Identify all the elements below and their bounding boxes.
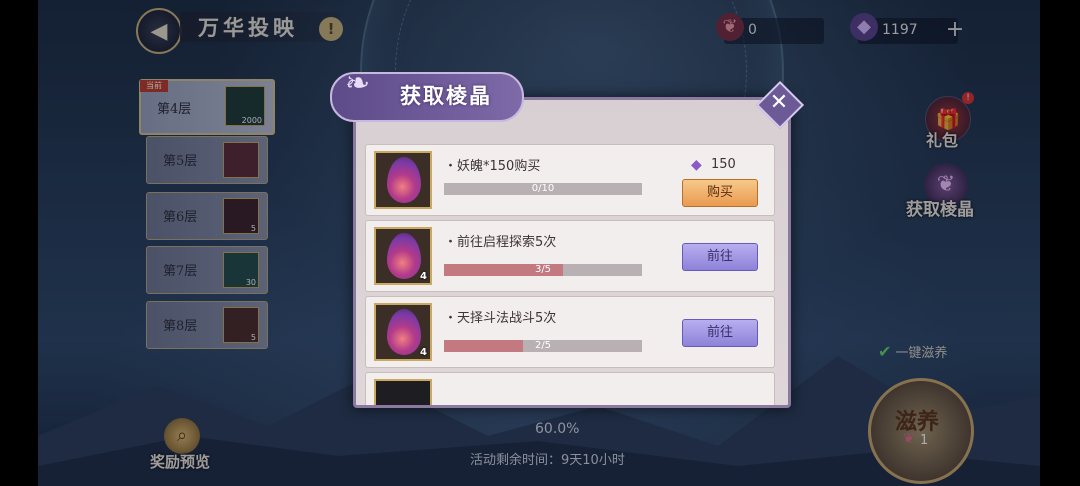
dialog-title: 获取棱晶 bbox=[400, 83, 492, 108]
reward-item bbox=[374, 379, 432, 405]
demon-soul-icon bbox=[387, 157, 421, 203]
go-button[interactable]: 前往 bbox=[682, 243, 758, 271]
task-progress-bar: 2/5 bbox=[444, 340, 642, 352]
left-letterbox bbox=[0, 0, 38, 486]
close-icon[interactable]: ✕ bbox=[769, 88, 789, 118]
task-progress-bar: 3/5 bbox=[444, 264, 642, 276]
task-name: ・妖魄*150购买 bbox=[444, 159, 541, 174]
reward-qty: 4 bbox=[420, 347, 427, 358]
task-row: 4 ・前往启程探索5次 3/5 前往 bbox=[365, 220, 775, 292]
go-button[interactable]: 前往 bbox=[682, 319, 758, 347]
demon-soul-icon bbox=[387, 233, 421, 279]
get-crystal-dialog: ・妖魄*150购买 0/10 ◆ 150 购买 4 ・前往启程探索5次 3/5 … bbox=[353, 97, 791, 408]
task-row: 4 ・天择斗法战斗5次 2/5 前往 bbox=[365, 296, 775, 368]
buy-button[interactable]: 购买 bbox=[682, 179, 758, 207]
task-cost: 150 bbox=[711, 157, 736, 172]
task-name: ・前往启程探索5次 bbox=[444, 235, 557, 250]
task-progress-text: 0/10 bbox=[531, 183, 555, 194]
task-row: ・妖魄*150购买 0/10 ◆ 150 购买 bbox=[365, 144, 775, 216]
task-progress-text: 3/5 bbox=[534, 264, 552, 275]
reward-item: 4 bbox=[374, 303, 432, 361]
task-progress-bar: 0/10 bbox=[444, 183, 642, 195]
bird-ornament-icon: ❧ bbox=[345, 66, 371, 101]
task-name: ・天择斗法战斗5次 bbox=[444, 311, 557, 326]
reward-qty: 4 bbox=[420, 271, 427, 282]
reward-item: 4 bbox=[374, 227, 432, 285]
crystal-icon: ◆ bbox=[691, 157, 702, 173]
reward-item bbox=[374, 151, 432, 209]
task-row-partial bbox=[365, 372, 775, 405]
task-progress-text: 2/5 bbox=[534, 340, 552, 351]
demon-soul-icon bbox=[387, 309, 421, 355]
right-letterbox bbox=[1040, 0, 1080, 486]
